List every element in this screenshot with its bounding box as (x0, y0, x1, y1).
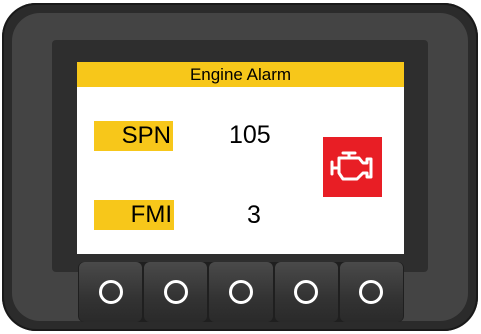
softkey-2[interactable] (144, 262, 208, 322)
softkey-4[interactable] (274, 262, 338, 322)
spn-label: SPN (94, 121, 173, 151)
circle-button-icon (229, 280, 253, 304)
check-engine-icon (330, 151, 373, 181)
check-engine-indicator (323, 137, 382, 197)
circle-button-icon (98, 280, 123, 304)
softkey-1[interactable] (79, 262, 143, 322)
softkey-3[interactable] (209, 262, 273, 322)
circle-button-icon (294, 280, 319, 304)
circle-button-icon (163, 280, 188, 304)
screen-title: Engine Alarm (77, 62, 404, 87)
fmi-value: 3 (247, 201, 261, 229)
spn-value: 105 (229, 121, 271, 149)
softkey-bar (78, 262, 404, 322)
fmi-label: FMI (94, 200, 174, 230)
display-screen: Engine Alarm SPN 105 FMI 3 (77, 62, 404, 254)
circle-button-icon (359, 280, 384, 304)
softkey-5[interactable] (339, 262, 404, 322)
